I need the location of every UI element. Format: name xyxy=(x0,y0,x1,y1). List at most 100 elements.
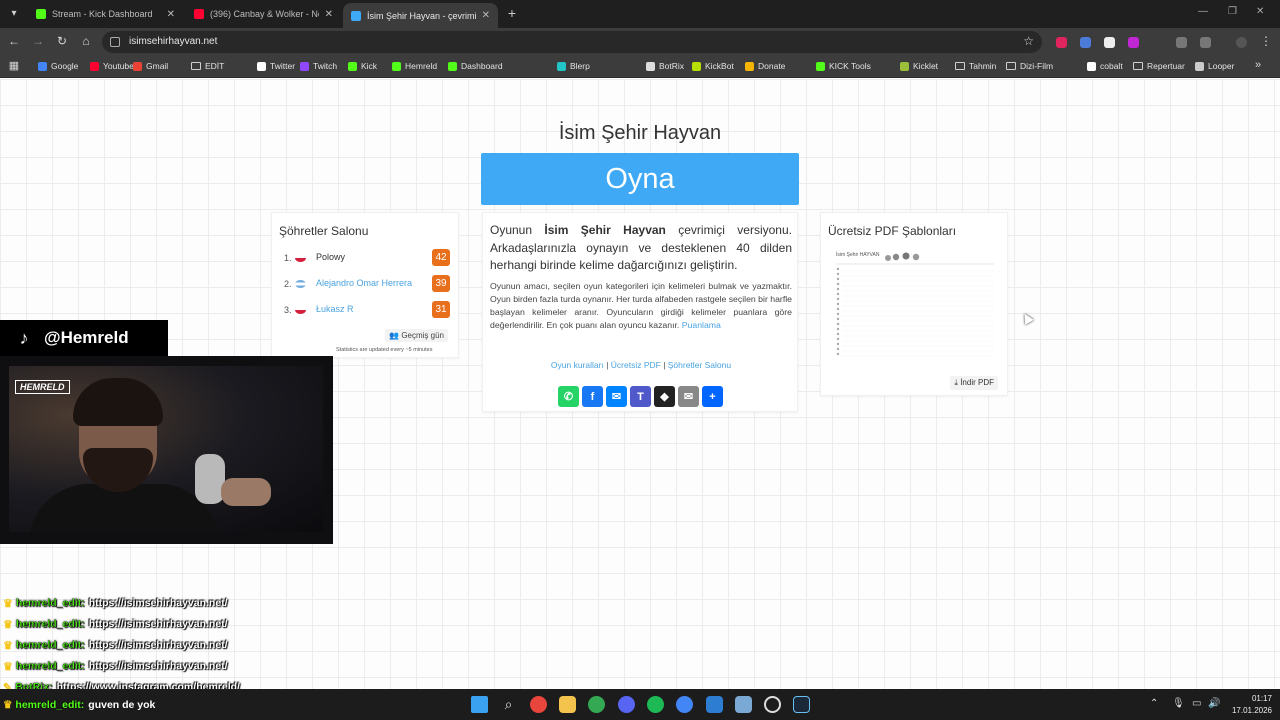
extension-icon[interactable] xyxy=(1128,37,1139,48)
taskbar: ⌕ ⌃ 🎙 ▭ 🔊 01:17 17.01.2026 xyxy=(0,689,1280,720)
chrome-profile-icon[interactable] xyxy=(588,696,605,713)
tray-overflow-icon[interactable]: ⌃ xyxy=(1150,698,1158,709)
bookmark-item[interactable]: Tahmin xyxy=(955,61,996,71)
search-icon[interactable]: ⌕ xyxy=(500,696,517,713)
browser-tab[interactable]: Stream - Kick Dashboard ✕ xyxy=(28,3,183,25)
bookmark-item[interactable]: Repertuar xyxy=(1133,61,1185,71)
tab-search-icon[interactable]: ▾ xyxy=(6,6,22,22)
volume-icon[interactable]: 🔊 xyxy=(1208,698,1220,709)
back-icon[interactable]: ← xyxy=(6,34,22,48)
score-badge: 42 xyxy=(432,249,450,266)
extension-icon[interactable] xyxy=(1080,37,1091,48)
steam-icon[interactable] xyxy=(793,696,810,713)
spotify-icon[interactable] xyxy=(647,696,664,713)
statistics-note: Statistics are updated every ~5 minutes xyxy=(336,347,433,353)
app-icon[interactable] xyxy=(735,696,752,713)
reload-icon[interactable]: ↻ xyxy=(54,34,70,48)
forward-icon[interactable]: → xyxy=(30,34,46,48)
browser-tab[interactable]: İsim Şehir Hayvan - çevrimiçi o ✕ xyxy=(343,3,498,28)
hall-of-fame-link[interactable]: Şöhretler Salonu xyxy=(668,360,731,370)
app-icon[interactable] xyxy=(706,696,723,713)
bookmark-item[interactable]: Twitter xyxy=(257,61,295,71)
bookmark-item[interactable]: BotRix xyxy=(646,61,684,71)
bookmark-item[interactable]: Dashboard xyxy=(448,61,503,71)
bookmark-item[interactable]: Kicklet xyxy=(900,61,938,71)
extensions-icon[interactable] xyxy=(1200,37,1211,48)
chat-username: hemreld_edit: xyxy=(15,660,85,672)
chrome-icon[interactable] xyxy=(530,696,547,713)
folder-icon xyxy=(191,62,201,70)
clock-time: 01:17 xyxy=(1251,694,1272,703)
history-button[interactable]: 👥 Geçmiş gün xyxy=(385,329,448,342)
score-badge: 31 xyxy=(432,301,450,318)
share-buttons: ✆ f ✉ T ◆ ✉ + xyxy=(558,386,723,407)
profile-avatar[interactable] xyxy=(1236,37,1247,48)
taskbar-clock[interactable]: 01:17 17.01.2026 xyxy=(1232,693,1272,717)
network-icon[interactable]: ▭ xyxy=(1192,698,1201,709)
bookmark-item[interactable]: Gmail xyxy=(133,61,168,71)
menu-icon[interactable]: ⋮ xyxy=(1258,34,1274,48)
bookmark-item[interactable]: Blerp xyxy=(557,61,590,71)
bookmark-item[interactable]: cobalt xyxy=(1087,61,1123,71)
media-icon[interactable] xyxy=(1176,37,1187,48)
country-flag-icon xyxy=(295,306,306,314)
chrome-profile-icon[interactable] xyxy=(676,696,693,713)
home-icon[interactable]: ⌂ xyxy=(78,34,94,48)
address-bar[interactable]: isimsehirhayvan.net ☆ xyxy=(102,31,1042,53)
bookmark-label: cobalt xyxy=(1100,61,1123,71)
bookmark-star-icon[interactable]: ☆ xyxy=(1023,34,1034,48)
apps-icon[interactable]: ▦ xyxy=(6,59,22,72)
free-pdf-link[interactable]: Ücretsiz PDF xyxy=(611,360,661,370)
bookmark-item[interactable]: Youtube xyxy=(90,61,134,71)
description-text: Oyunun amacı, seçilen oyun kategorileri … xyxy=(490,281,792,330)
more-bookmarks-icon[interactable]: » xyxy=(1250,59,1266,71)
microphone-icon[interactable]: 🎙 xyxy=(1172,698,1185,709)
description-card: Oyunun İsim Şehir Hayvan çevrimiçi versi… xyxy=(482,212,798,412)
email-icon[interactable]: ✉ xyxy=(678,386,699,407)
pdf-templates-card: Ücretsiz PDF Şablonları İsim Şehir HAYVA… xyxy=(820,212,1008,396)
pdf-row-marker xyxy=(836,317,840,321)
bookmark-item[interactable]: Google xyxy=(38,61,78,71)
whatsapp-icon[interactable]: ✆ xyxy=(558,386,579,407)
bookmark-item[interactable]: Kick xyxy=(348,61,377,71)
minimize-icon[interactable]: — xyxy=(1198,6,1208,17)
start-icon[interactable] xyxy=(471,696,488,713)
browser-tab[interactable]: (396) Canbay & Wolker - Ne İş ✕ xyxy=(186,3,341,25)
bookmark-item[interactable]: Donate xyxy=(745,61,785,71)
bookmark-item[interactable]: EDİT xyxy=(191,61,224,71)
close-tab-icon[interactable]: ✕ xyxy=(482,10,490,21)
bookmark-item[interactable]: KickBot xyxy=(692,61,734,71)
bookmark-item[interactable]: KICK Tools xyxy=(816,61,871,71)
obs-icon[interactable] xyxy=(764,696,781,713)
site-info-icon[interactable] xyxy=(110,37,120,47)
download-pdf-button[interactable]: ⤓ İndir PDF xyxy=(950,376,998,390)
share-icon[interactable]: + xyxy=(702,386,723,407)
new-tab-button[interactable]: + xyxy=(504,5,520,21)
extension-icon[interactable] xyxy=(1104,37,1115,48)
bookmark-favicon-icon xyxy=(133,61,142,71)
messenger-icon[interactable]: ✉ xyxy=(606,386,627,407)
snapchat-icon[interactable]: ◆ xyxy=(654,386,675,407)
country-flag-icon xyxy=(295,254,306,262)
player-name[interactable]: Alejandro Omar Herrera xyxy=(316,278,412,288)
bookmark-label: BotRix xyxy=(659,61,685,71)
extension-icon[interactable] xyxy=(1056,37,1067,48)
close-window-icon[interactable]: ✕ xyxy=(1256,6,1264,17)
file-explorer-icon[interactable] xyxy=(559,696,576,713)
bookmark-item[interactable]: Looper xyxy=(1195,61,1234,71)
bookmark-item[interactable]: Dizi-Film xyxy=(1006,61,1053,71)
scoring-link[interactable]: Puanlama xyxy=(682,320,721,330)
player-name[interactable]: Łukasz R xyxy=(316,304,354,314)
discord-icon[interactable] xyxy=(618,696,635,713)
close-tab-icon[interactable]: ✕ xyxy=(167,9,175,20)
play-button[interactable]: Oyna xyxy=(481,153,799,205)
maximize-icon[interactable]: ❐ xyxy=(1228,6,1237,17)
pdf-preview-image[interactable]: İsim Şehir HAYVAN xyxy=(834,249,997,361)
rules-link[interactable]: Oyun kuralları xyxy=(551,360,604,370)
facebook-icon[interactable]: f xyxy=(582,386,603,407)
close-tab-icon[interactable]: ✕ xyxy=(325,9,333,20)
bookmark-item[interactable]: Hemreld xyxy=(392,61,437,71)
teams-icon[interactable]: T xyxy=(630,386,651,407)
bookmark-label: EDİT xyxy=(205,61,225,71)
bookmark-item[interactable]: Twitch xyxy=(300,61,337,71)
